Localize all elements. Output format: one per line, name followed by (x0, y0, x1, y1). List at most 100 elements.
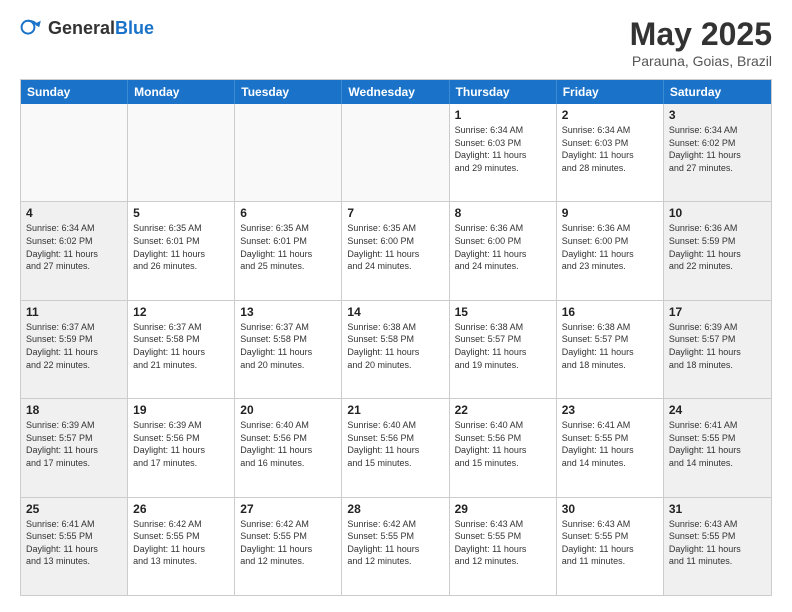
calendar-cell-14: 14 Sunrise: 6:38 AM Sunset: 5:58 PM Dayli… (342, 301, 449, 398)
logo-blue: Blue (115, 18, 154, 38)
day-number: 19 (133, 403, 229, 417)
day-number: 8 (455, 206, 551, 220)
empty-cell (128, 104, 235, 201)
calendar-cell-10: 10 Sunrise: 6:36 AM Sunset: 5:59 PM Dayli… (664, 202, 771, 299)
day-number: 23 (562, 403, 658, 417)
cell-info: Sunrise: 6:40 AM Sunset: 5:56 PM Dayligh… (347, 419, 443, 469)
calendar-cell-29: 29 Sunrise: 6:43 AM Sunset: 5:55 PM Dayli… (450, 498, 557, 595)
day-number: 4 (26, 206, 122, 220)
calendar-cell-7: 7Sunrise: 6:35 AM Sunset: 6:00 PM Daylig… (342, 202, 449, 299)
calendar-row-0: 1 Sunrise: 6:34 AM Sunset: 6:03 PM Daylig… (21, 104, 771, 202)
calendar-cell-4: 4 Sunrise: 6:34 AM Sunset: 6:02 PM Daylig… (21, 202, 128, 299)
calendar-cell-5: 5Sunrise: 6:35 AM Sunset: 6:01 PM Daylig… (128, 202, 235, 299)
empty-cell (342, 104, 449, 201)
calendar-row-4: 25Sunrise: 6:41 AM Sunset: 5:55 PM Dayli… (21, 498, 771, 595)
calendar-cell-6: 6 Sunrise: 6:35 AM Sunset: 6:01 PM Daylig… (235, 202, 342, 299)
calendar-cell-19: 19 Sunrise: 6:39 AM Sunset: 5:56 PM Dayli… (128, 399, 235, 496)
day-number: 18 (26, 403, 122, 417)
calendar: SundayMondayTuesdayWednesdayThursdayFrid… (20, 79, 772, 596)
logo-general: General (48, 18, 115, 38)
calendar-cell-24: 24Sunrise: 6:41 AM Sunset: 5:55 PM Dayli… (664, 399, 771, 496)
cell-info: Sunrise: 6:42 AM Sunset: 5:55 PM Dayligh… (133, 518, 229, 568)
calendar-body: 1 Sunrise: 6:34 AM Sunset: 6:03 PM Daylig… (21, 104, 771, 595)
logo-text: GeneralBlue (48, 18, 154, 39)
cell-info: Sunrise: 6:37 AM Sunset: 5:59 PM Dayligh… (26, 321, 122, 371)
day-number: 20 (240, 403, 336, 417)
day-number: 2 (562, 108, 658, 122)
title-block: May 2025 Parauna, Goias, Brazil (630, 16, 772, 69)
calendar-cell-9: 9Sunrise: 6:36 AM Sunset: 6:00 PM Daylig… (557, 202, 664, 299)
cell-info: Sunrise: 6:36 AM Sunset: 6:00 PM Dayligh… (562, 222, 658, 272)
day-number: 6 (240, 206, 336, 220)
day-number: 27 (240, 502, 336, 516)
calendar-row-1: 4 Sunrise: 6:34 AM Sunset: 6:02 PM Daylig… (21, 202, 771, 300)
cell-info: Sunrise: 6:38 AM Sunset: 5:57 PM Dayligh… (455, 321, 551, 371)
day-number: 30 (562, 502, 658, 516)
cell-info: Sunrise: 6:35 AM Sunset: 6:01 PM Dayligh… (240, 222, 336, 272)
day-header-saturday: Saturday (664, 80, 771, 104)
day-number: 16 (562, 305, 658, 319)
cell-info: Sunrise: 6:39 AM Sunset: 5:56 PM Dayligh… (133, 419, 229, 469)
day-header-friday: Friday (557, 80, 664, 104)
empty-cell (235, 104, 342, 201)
calendar-cell-13: 13 Sunrise: 6:37 AM Sunset: 5:58 PM Dayli… (235, 301, 342, 398)
page: GeneralBlue May 2025 Parauna, Goias, Bra… (0, 0, 792, 612)
calendar-cell-3: 3 Sunrise: 6:34 AM Sunset: 6:02 PM Daylig… (664, 104, 771, 201)
cell-info: Sunrise: 6:39 AM Sunset: 5:57 PM Dayligh… (26, 419, 122, 469)
calendar-cell-21: 21Sunrise: 6:40 AM Sunset: 5:56 PM Dayli… (342, 399, 449, 496)
day-number: 10 (669, 206, 766, 220)
cell-info: Sunrise: 6:36 AM Sunset: 6:00 PM Dayligh… (455, 222, 551, 272)
calendar-cell-22: 22Sunrise: 6:40 AM Sunset: 5:56 PM Dayli… (450, 399, 557, 496)
calendar-cell-25: 25Sunrise: 6:41 AM Sunset: 5:55 PM Dayli… (21, 498, 128, 595)
cell-info: Sunrise: 6:42 AM Sunset: 5:55 PM Dayligh… (347, 518, 443, 568)
day-headers: SundayMondayTuesdayWednesdayThursdayFrid… (21, 80, 771, 104)
day-header-sunday: Sunday (21, 80, 128, 104)
day-header-thursday: Thursday (450, 80, 557, 104)
calendar-cell-28: 28 Sunrise: 6:42 AM Sunset: 5:55 PM Dayli… (342, 498, 449, 595)
cell-info: Sunrise: 6:40 AM Sunset: 5:56 PM Dayligh… (240, 419, 336, 469)
cell-info: Sunrise: 6:36 AM Sunset: 5:59 PM Dayligh… (669, 222, 766, 272)
cell-info: Sunrise: 6:38 AM Sunset: 5:58 PM Dayligh… (347, 321, 443, 371)
calendar-cell-17: 17 Sunrise: 6:39 AM Sunset: 5:57 PM Dayli… (664, 301, 771, 398)
cell-info: Sunrise: 6:35 AM Sunset: 6:01 PM Dayligh… (133, 222, 229, 272)
day-number: 28 (347, 502, 443, 516)
cell-info: Sunrise: 6:34 AM Sunset: 6:02 PM Dayligh… (26, 222, 122, 272)
cell-info: Sunrise: 6:41 AM Sunset: 5:55 PM Dayligh… (562, 419, 658, 469)
day-number: 13 (240, 305, 336, 319)
logo-icon (20, 16, 44, 40)
calendar-cell-27: 27Sunrise: 6:42 AM Sunset: 5:55 PM Dayli… (235, 498, 342, 595)
calendar-cell-1: 1 Sunrise: 6:34 AM Sunset: 6:03 PM Daylig… (450, 104, 557, 201)
calendar-row-3: 18 Sunrise: 6:39 AM Sunset: 5:57 PM Dayli… (21, 399, 771, 497)
calendar-cell-2: 2 Sunrise: 6:34 AM Sunset: 6:03 PM Daylig… (557, 104, 664, 201)
cell-info: Sunrise: 6:43 AM Sunset: 5:55 PM Dayligh… (455, 518, 551, 568)
day-number: 22 (455, 403, 551, 417)
calendar-row-2: 11 Sunrise: 6:37 AM Sunset: 5:59 PM Dayli… (21, 301, 771, 399)
calendar-cell-30: 30 Sunrise: 6:43 AM Sunset: 5:55 PM Dayli… (557, 498, 664, 595)
calendar-cell-15: 15Sunrise: 6:38 AM Sunset: 5:57 PM Dayli… (450, 301, 557, 398)
day-number: 3 (669, 108, 766, 122)
logo: GeneralBlue (20, 16, 154, 40)
cell-info: Sunrise: 6:43 AM Sunset: 5:55 PM Dayligh… (562, 518, 658, 568)
cell-info: Sunrise: 6:34 AM Sunset: 6:03 PM Dayligh… (455, 124, 551, 174)
cell-info: Sunrise: 6:34 AM Sunset: 6:02 PM Dayligh… (669, 124, 766, 174)
cell-info: Sunrise: 6:39 AM Sunset: 5:57 PM Dayligh… (669, 321, 766, 371)
day-number: 17 (669, 305, 766, 319)
empty-cell (21, 104, 128, 201)
calendar-cell-23: 23 Sunrise: 6:41 AM Sunset: 5:55 PM Dayli… (557, 399, 664, 496)
calendar-cell-8: 8 Sunrise: 6:36 AM Sunset: 6:00 PM Daylig… (450, 202, 557, 299)
day-header-tuesday: Tuesday (235, 80, 342, 104)
day-header-monday: Monday (128, 80, 235, 104)
day-number: 11 (26, 305, 122, 319)
cell-info: Sunrise: 6:34 AM Sunset: 6:03 PM Dayligh… (562, 124, 658, 174)
day-number: 1 (455, 108, 551, 122)
location: Parauna, Goias, Brazil (630, 53, 772, 69)
day-number: 14 (347, 305, 443, 319)
calendar-cell-16: 16 Sunrise: 6:38 AM Sunset: 5:57 PM Dayli… (557, 301, 664, 398)
day-number: 29 (455, 502, 551, 516)
cell-info: Sunrise: 6:41 AM Sunset: 5:55 PM Dayligh… (26, 518, 122, 568)
cell-info: Sunrise: 6:37 AM Sunset: 5:58 PM Dayligh… (240, 321, 336, 371)
calendar-cell-31: 31Sunrise: 6:43 AM Sunset: 5:55 PM Dayli… (664, 498, 771, 595)
day-number: 26 (133, 502, 229, 516)
cell-info: Sunrise: 6:38 AM Sunset: 5:57 PM Dayligh… (562, 321, 658, 371)
month-year: May 2025 (630, 16, 772, 53)
